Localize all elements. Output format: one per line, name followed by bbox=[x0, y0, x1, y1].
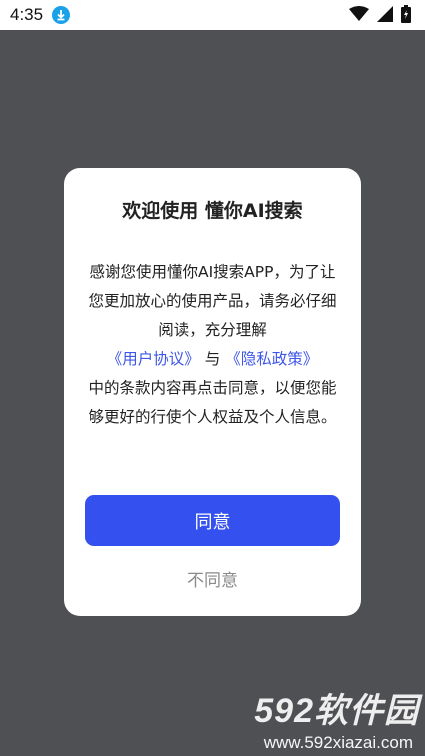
privacy-consent-dialog: 欢迎使用 懂你AI搜索 感谢您使用懂你AI搜索APP，为了让您更加放心的使用产品… bbox=[64, 168, 361, 616]
disagree-button[interactable]: 不同意 bbox=[64, 564, 361, 592]
watermark-brand: 592软件园 bbox=[254, 692, 419, 730]
body-text-2: 中的条款内容再点击同意，以便您能够更好的行使个人权益及个人信息。 bbox=[88, 379, 337, 426]
battery-icon bbox=[401, 5, 411, 27]
status-icons bbox=[349, 5, 411, 27]
body-connector: 与 bbox=[204, 350, 221, 368]
privacy-policy-link[interactable]: 《隐私政策》 bbox=[225, 350, 318, 368]
status-time: 4:35 bbox=[10, 5, 44, 24]
signal-icon bbox=[377, 6, 393, 26]
dialog-title: 欢迎使用 懂你AI搜索 bbox=[122, 200, 303, 222]
wifi-icon bbox=[349, 6, 369, 26]
agree-button[interactable]: 同意 bbox=[85, 495, 340, 546]
download-icon bbox=[52, 6, 70, 24]
dialog-body: 感谢您使用懂你AI搜索APP，为了让您更加放心的使用产品，请务必仔细阅读，充分理… bbox=[82, 258, 343, 432]
status-bar: 4:35 bbox=[0, 0, 425, 30]
user-agreement-link[interactable]: 《用户协议》 bbox=[107, 350, 200, 368]
body-text-1: 感谢您使用懂你AI搜索APP，为了让您更加放心的使用产品，请务必仔细阅读，充分理… bbox=[88, 263, 337, 339]
watermark-url: www.592xiazai.com bbox=[263, 733, 413, 752]
